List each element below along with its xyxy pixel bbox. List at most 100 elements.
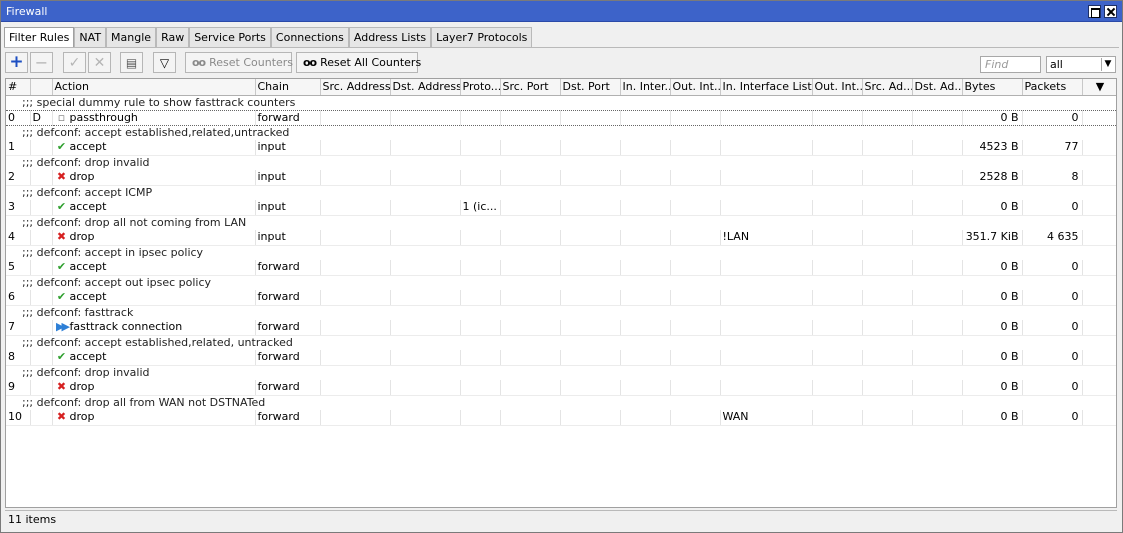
rule-comment: ;;; defconf: accept established,related,… [6,335,1116,350]
close-icon[interactable] [1104,5,1117,18]
tab-raw[interactable]: Raw [156,27,190,47]
rule-out-interface [670,260,721,276]
rule-comment-text: ;;; defconf: accept established,related,… [22,125,290,139]
table-row[interactable]: 4 ✖ drop input !LAN 351.7 KiB 4 635 [6,230,1116,246]
tab-address-lists[interactable]: Address Lists [348,27,432,47]
table-row[interactable]: 7 ▶▶ fasttrack connection forward 0 B0 [6,320,1116,336]
rule-packets: 8 [1022,170,1083,186]
table-row[interactable]: 2 ✖ drop input 2528 B8 [6,170,1116,186]
reset-all-counters-button[interactable]: oo Reset All Counters [296,52,421,73]
rule-in-interface [620,380,671,396]
column-header[interactable] [30,79,53,96]
rule-comment-text: ;;; defconf: fasttrack [22,305,134,319]
rule-in-interface [620,290,671,306]
column-header[interactable]: Out. Int... [812,79,863,96]
table-row[interactable]: 5 ✔ accept forward 0 B0 [6,260,1116,276]
rule-in-interface-list: WAN [720,410,813,426]
tab-nat[interactable]: NAT [74,27,107,47]
rule-bytes: 0 B [962,200,1023,216]
column-header[interactable]: In. Inter... [620,79,671,96]
table-row[interactable]: 10 ✖ drop forward WAN 0 B0 [6,410,1116,426]
comment-icon[interactable]: ▤ [120,52,143,73]
column-header[interactable]: Src. Port [500,79,561,96]
rule-dst-address-list [912,109,963,126]
rule-dst-address [390,200,461,216]
column-header[interactable]: Bytes [962,79,1023,96]
table-row[interactable]: 0 D ▫ passthrough forward 0 B0 [6,109,1116,126]
x-icon[interactable]: ✕ [88,52,111,73]
column-header[interactable]: Src. Ad... [862,79,913,96]
plus-icon[interactable]: + [5,52,28,73]
rule-dst-address [390,230,461,246]
rule-flag [30,350,53,366]
rule-comment-text: ;;; defconf: accept established,related,… [22,335,293,349]
tab-filter-rules[interactable]: Filter Rules [4,27,75,48]
rule-out-interface-list [812,260,863,276]
tab-service-ports[interactable]: Service Ports [189,27,271,47]
title-bar[interactable]: Firewall [1,1,1122,22]
rule-src-address-list [862,410,913,426]
table-row[interactable]: 8 ✔ accept forward 0 B0 [6,350,1116,366]
rule-src-address-list [862,230,913,246]
rule-filler [1082,140,1116,156]
rule-out-interface [670,410,721,426]
maximize-icon[interactable] [1088,5,1101,18]
chevron-down-icon[interactable]: ▼ [1101,58,1114,71]
rule-protocol [460,170,501,186]
rule-bytes: 0 B [962,350,1023,366]
tab-connections[interactable]: Connections [270,27,349,47]
column-header[interactable]: # [6,79,31,96]
rule-dst-port [560,350,621,366]
rule-src-address-list [862,200,913,216]
tab-bar: Filter Rules NAT Mangle Raw Service Ports Con… [4,27,533,48]
accept-icon: ✔ [56,350,67,364]
column-header[interactable]: Action [52,79,256,96]
rule-bytes: 0 B [962,380,1023,396]
rule-filler [1082,260,1116,276]
filter-select[interactable]: all ▼ [1046,56,1116,73]
column-header[interactable]: Out. Int... [670,79,721,96]
table-row[interactable]: 1 ✔ accept input 4523 B 77 [6,140,1116,156]
find-input[interactable]: Find [980,56,1041,73]
rule-out-interface-list [812,140,863,156]
rule-out-interface-list [812,350,863,366]
funnel-icon[interactable]: ▽ [153,52,176,73]
rule-filler [1082,380,1116,396]
column-header[interactable]: Dst. Ad... [912,79,963,96]
rule-action-label: fasttrack connection [69,320,183,334]
rule-bytes: 351.7 KiB [962,230,1023,246]
table-row[interactable]: 3 ✔ accept input 1 (ic... 0 B0 [6,200,1116,216]
table-row[interactable]: 6 ✔ accept forward 0 B0 [6,290,1116,306]
rule-dst-address-list [912,380,963,396]
reset-counters-button[interactable]: oo Reset Counters [185,52,293,73]
columns-menu-icon[interactable]: ▼ [1082,79,1116,96]
rule-dst-address [390,380,461,396]
tab-layer7-protocols[interactable]: Layer7 Protocols [431,27,533,47]
minus-icon[interactable]: − [30,52,53,73]
table-row[interactable]: 9 ✖ drop forward 0 B0 [6,380,1116,396]
rule-dst-address-list [912,140,963,156]
rule-in-interface-list [720,380,813,396]
check-icon[interactable]: ✓ [63,52,86,73]
column-header[interactable]: Dst. Port [560,79,621,96]
rule-dst-address [390,260,461,276]
rule-flag [30,410,53,426]
rule-action: ✖ drop [52,170,256,186]
rule-bytes: 4523 B [962,140,1023,156]
column-header[interactable]: Src. Address [320,79,391,96]
rule-chain: input [255,230,321,246]
column-header[interactable]: Packets [1022,79,1083,96]
tab-mangle[interactable]: Mangle [106,27,157,47]
column-header[interactable]: Chain [255,79,321,96]
rule-src-address [320,410,391,426]
rule-chain: forward [255,109,321,126]
rule-dst-port [560,290,621,306]
rule-in-interface [620,260,671,276]
column-header[interactable]: In. Interface List [720,79,813,96]
rule-out-interface [670,320,721,336]
column-header[interactable]: Proto... [460,79,501,96]
rule-bytes: 0 B [962,109,1023,126]
rule-in-interface-list [720,320,813,336]
rule-action-label: drop [69,410,95,424]
column-header[interactable]: Dst. Address [390,79,461,96]
